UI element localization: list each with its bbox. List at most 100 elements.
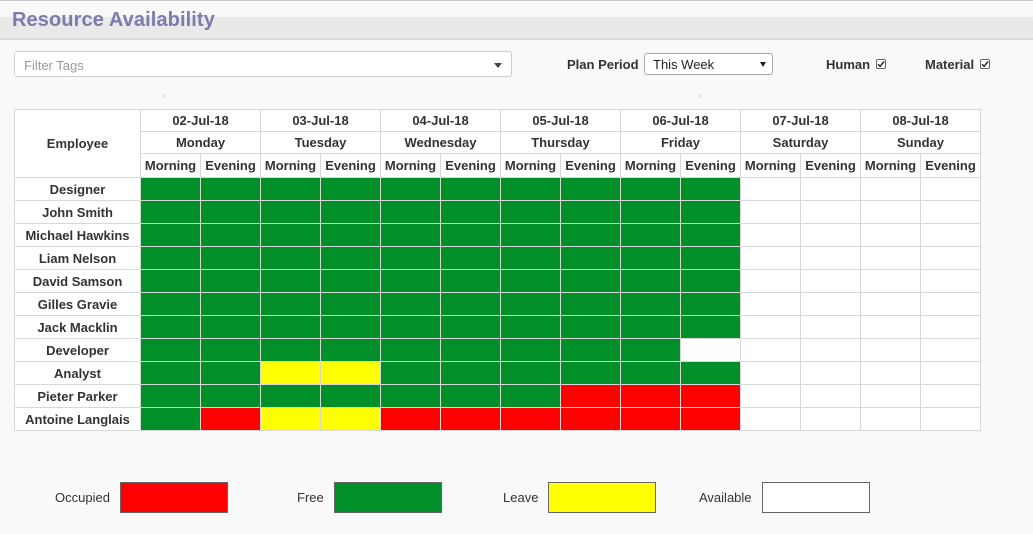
slot-free[interactable]	[440, 200, 501, 224]
slot-free[interactable]	[620, 338, 681, 362]
slot-available[interactable]	[860, 361, 921, 385]
slot-free[interactable]	[560, 315, 621, 339]
slot-free[interactable]	[440, 223, 501, 247]
slot-available[interactable]	[920, 269, 981, 293]
slot-leave[interactable]	[320, 361, 381, 385]
slot-free[interactable]	[680, 361, 741, 385]
slot-free[interactable]	[140, 223, 201, 247]
slot-free[interactable]	[620, 269, 681, 293]
slot-free[interactable]	[680, 315, 741, 339]
slot-free[interactable]	[140, 269, 201, 293]
slot-free[interactable]	[440, 384, 501, 408]
slot-leave[interactable]	[260, 361, 321, 385]
slot-available[interactable]	[800, 269, 861, 293]
slot-free[interactable]	[440, 246, 501, 270]
slot-free[interactable]	[500, 361, 561, 385]
slot-available[interactable]	[740, 223, 801, 247]
slot-available[interactable]	[860, 177, 921, 201]
slot-available[interactable]	[920, 223, 981, 247]
chevron-down-icon[interactable]	[494, 63, 502, 68]
slot-free[interactable]	[140, 177, 201, 201]
slot-free[interactable]	[260, 200, 321, 224]
slot-available[interactable]	[740, 361, 801, 385]
slot-available[interactable]	[860, 384, 921, 408]
slot-available[interactable]	[740, 315, 801, 339]
slot-available[interactable]	[800, 200, 861, 224]
slot-free[interactable]	[260, 315, 321, 339]
slot-occupied[interactable]	[380, 407, 441, 431]
slot-available[interactable]	[740, 407, 801, 431]
slot-available[interactable]	[860, 223, 921, 247]
slot-free[interactable]	[200, 384, 261, 408]
slot-free[interactable]	[140, 315, 201, 339]
slot-free[interactable]	[200, 223, 261, 247]
slot-available[interactable]	[860, 407, 921, 431]
slot-free[interactable]	[500, 269, 561, 293]
slot-free[interactable]	[620, 246, 681, 270]
slot-free[interactable]	[680, 269, 741, 293]
slot-free[interactable]	[140, 338, 201, 362]
slot-free[interactable]	[320, 200, 381, 224]
slot-free[interactable]	[500, 315, 561, 339]
plan-period-select[interactable]: This Week	[644, 53, 773, 75]
slot-free[interactable]	[380, 200, 441, 224]
slot-free[interactable]	[500, 292, 561, 316]
slot-available[interactable]	[800, 361, 861, 385]
slot-free[interactable]	[260, 338, 321, 362]
slot-free[interactable]	[200, 246, 261, 270]
slot-occupied[interactable]	[680, 407, 741, 431]
slot-available[interactable]	[920, 361, 981, 385]
slot-free[interactable]	[500, 177, 561, 201]
slot-free[interactable]	[380, 177, 441, 201]
slot-free[interactable]	[560, 269, 621, 293]
slot-free[interactable]	[560, 361, 621, 385]
slot-free[interactable]	[140, 361, 201, 385]
slot-available[interactable]	[920, 315, 981, 339]
slot-free[interactable]	[620, 177, 681, 201]
slot-occupied[interactable]	[200, 407, 261, 431]
slot-free[interactable]	[200, 200, 261, 224]
slot-free[interactable]	[680, 246, 741, 270]
slot-free[interactable]	[440, 361, 501, 385]
slot-free[interactable]	[140, 246, 201, 270]
slot-free[interactable]	[260, 223, 321, 247]
slot-free[interactable]	[500, 200, 561, 224]
slot-occupied[interactable]	[500, 407, 561, 431]
slot-free[interactable]	[440, 338, 501, 362]
slot-available[interactable]	[860, 246, 921, 270]
slot-available[interactable]	[740, 269, 801, 293]
slot-available[interactable]	[800, 177, 861, 201]
slot-free[interactable]	[320, 223, 381, 247]
material-checkbox[interactable]	[980, 59, 990, 69]
slot-free[interactable]	[380, 246, 441, 270]
filter-tags-input[interactable]: Filter Tags	[14, 51, 512, 77]
slot-occupied[interactable]	[620, 384, 681, 408]
slot-leave[interactable]	[260, 407, 321, 431]
slot-free[interactable]	[140, 292, 201, 316]
slot-free[interactable]	[200, 338, 261, 362]
slot-free[interactable]	[200, 361, 261, 385]
slot-available[interactable]	[860, 269, 921, 293]
slot-free[interactable]	[500, 338, 561, 362]
slot-free[interactable]	[140, 200, 201, 224]
slot-free[interactable]	[260, 269, 321, 293]
slot-free[interactable]	[260, 177, 321, 201]
slot-free[interactable]	[680, 223, 741, 247]
slot-available[interactable]	[740, 200, 801, 224]
slot-free[interactable]	[680, 292, 741, 316]
slot-free[interactable]	[320, 292, 381, 316]
slot-available[interactable]	[920, 407, 981, 431]
slot-free[interactable]	[320, 177, 381, 201]
slot-free[interactable]	[380, 269, 441, 293]
slot-available[interactable]	[740, 338, 801, 362]
slot-free[interactable]	[140, 407, 201, 431]
slot-available[interactable]	[740, 384, 801, 408]
slot-free[interactable]	[380, 384, 441, 408]
slot-free[interactable]	[620, 315, 681, 339]
slot-available[interactable]	[800, 246, 861, 270]
slot-leave[interactable]	[320, 407, 381, 431]
slot-available[interactable]	[920, 338, 981, 362]
slot-free[interactable]	[440, 269, 501, 293]
slot-free[interactable]	[320, 338, 381, 362]
slot-free[interactable]	[320, 384, 381, 408]
